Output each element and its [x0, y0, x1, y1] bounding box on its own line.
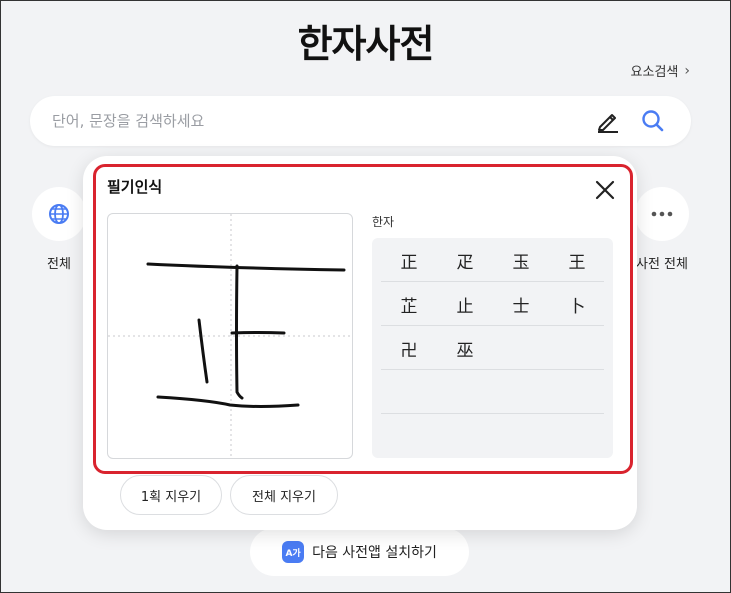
clear-all-button[interactable]: 전체 지우기 — [230, 475, 338, 515]
handwriting-strokes — [108, 214, 352, 458]
candidate-char[interactable]: 芷 — [381, 282, 437, 326]
chevron-right-icon: › — [684, 62, 690, 79]
category-dict-all-circle — [635, 187, 689, 241]
search-bar — [30, 96, 691, 146]
pen-icon[interactable] — [595, 108, 621, 134]
candidate-char[interactable]: 王 — [549, 238, 605, 282]
page-title: 한자사전 — [297, 22, 435, 66]
close-icon — [595, 180, 615, 200]
candidate-row — [381, 414, 604, 458]
result-label: 한자 — [372, 215, 395, 229]
candidate-char[interactable]: 巫 — [437, 326, 493, 370]
app-icon: A가 — [282, 541, 305, 563]
category-dict-all-label: 사전 전체 — [636, 257, 688, 272]
category-all-label: 전체 — [47, 257, 71, 272]
candidate-row: 正 疋 玉 王 — [381, 238, 604, 282]
candidate-row: 芷 止 士 卜 — [381, 282, 604, 326]
candidate-char[interactable]: 疋 — [437, 238, 493, 282]
search-icon[interactable] — [640, 108, 666, 134]
close-button[interactable] — [591, 176, 619, 204]
candidate-char[interactable]: 卜 — [549, 282, 605, 326]
install-app-button[interactable]: A가 다음 사전앱 설치하기 — [250, 528, 469, 576]
undo-stroke-button[interactable]: 1획 지우기 — [120, 475, 222, 515]
category-all[interactable]: 전체 — [31, 187, 87, 272]
candidate-char[interactable]: 正 — [381, 238, 437, 282]
handwriting-title: 필기인식 — [107, 178, 163, 196]
search-input[interactable] — [52, 109, 572, 133]
category-all-circle — [32, 187, 86, 241]
candidate-char[interactable]: 士 — [493, 282, 549, 326]
install-app-label: 다음 사전앱 설치하기 — [312, 545, 437, 561]
candidate-char[interactable]: 卍 — [381, 326, 437, 370]
candidate-row — [381, 370, 604, 414]
candidate-grid: 正 疋 玉 王 芷 止 士 卜 卍 巫 — [372, 238, 613, 458]
candidate-row: 卍 巫 — [381, 326, 604, 370]
element-search-label: 요소검색 — [630, 65, 679, 80]
more-icon — [651, 211, 673, 217]
candidate-char[interactable]: 止 — [437, 282, 493, 326]
element-search-link[interactable]: 요소검색 › — [630, 61, 690, 81]
handwriting-canvas[interactable] — [107, 213, 353, 459]
category-dict-all[interactable]: 사전 전체 — [629, 187, 695, 272]
globe-icon — [49, 204, 69, 224]
candidate-char[interactable]: 玉 — [493, 238, 549, 282]
